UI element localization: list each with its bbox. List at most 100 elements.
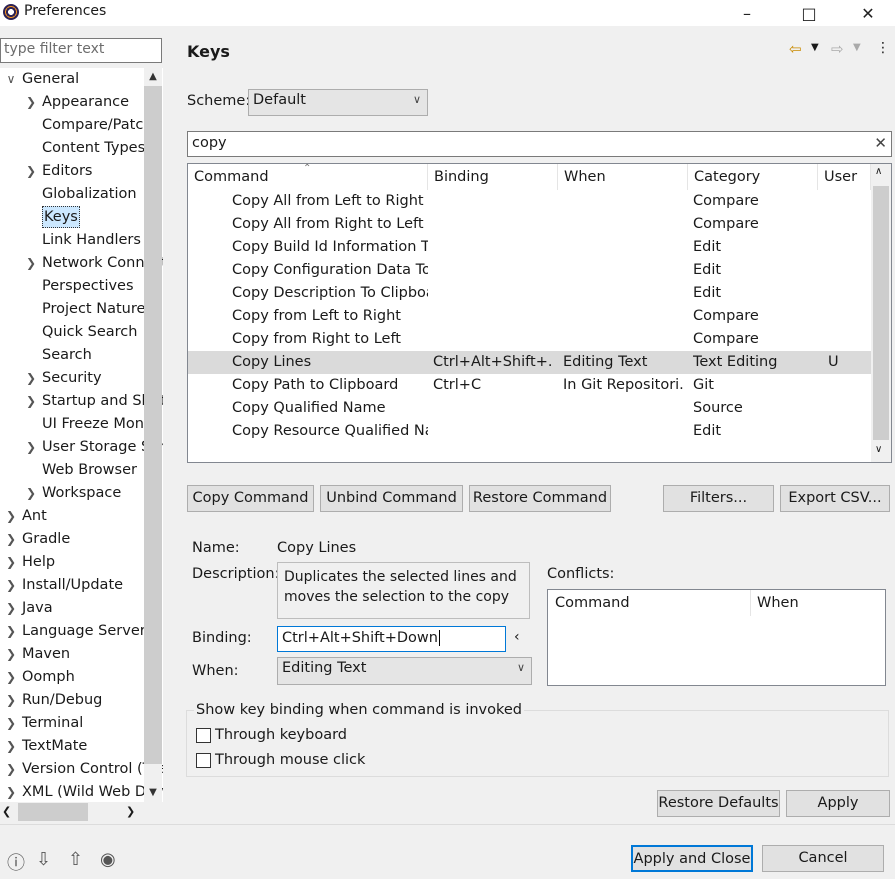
tree-item-label: Keys (42, 206, 80, 228)
expand-right-icon[interactable]: ❯ (4, 574, 18, 596)
through-keyboard-label[interactable]: Through keyboard (215, 727, 347, 743)
expand-down-icon[interactable]: ∨ (4, 68, 18, 90)
export-csv-button[interactable]: Export CSV... (780, 485, 890, 512)
view-menu-icon[interactable]: ⋮ (876, 40, 890, 56)
conflicts-col-when[interactable]: When (757, 595, 799, 611)
scheme-select[interactable]: Default ∨ (248, 89, 428, 116)
back-arrow-icon[interactable]: ⇦ (789, 40, 802, 58)
conflicts-table[interactable]: Command When (547, 589, 886, 686)
binding-menu-icon[interactable]: ‹ (514, 629, 520, 645)
search-input[interactable]: copy ✕ (187, 131, 892, 157)
expand-right-icon[interactable]: ❯ (24, 436, 38, 458)
col-command[interactable]: Command ⌃ (188, 164, 428, 190)
tree-item-label: Maven (22, 646, 71, 662)
help-icon[interactable]: ⓘ (7, 849, 25, 875)
back-dropdown-icon[interactable]: ▼ (811, 42, 819, 53)
tree-horizontal-scrollbar[interactable]: ❮ ❯ (0, 803, 144, 821)
expand-right-icon[interactable]: ❯ (4, 528, 18, 550)
col-user[interactable]: User (818, 164, 871, 190)
expand-right-icon[interactable]: ❯ (4, 712, 18, 734)
binding-input[interactable]: Ctrl+Alt+Shift+Down (277, 626, 506, 652)
preference-tree[interactable]: ∨ General ❯ Appearance Compare/Patch Content … (0, 68, 163, 802)
table-row[interactable]: Copy Lines Ctrl+Alt+Shift+... Editing Text… (188, 351, 871, 374)
tree-item-label: Perspectives (42, 278, 134, 294)
cell-command: Copy Path to Clipboard (232, 377, 399, 393)
apply-button[interactable]: Apply (786, 790, 890, 817)
table-row[interactable]: Copy Build Id Information To Clipboard Ed… (188, 236, 871, 259)
table-row[interactable]: Copy Configuration Data To Clipboard Edit (188, 259, 871, 282)
forward-arrow-icon[interactable]: ⇨ (831, 40, 844, 58)
col-category[interactable]: Category (688, 164, 818, 190)
cell-command: Copy Resource Qualified Name (232, 423, 428, 439)
expand-right-icon[interactable]: ❯ (24, 482, 38, 504)
expand-right-icon[interactable]: ❯ (24, 390, 38, 412)
expand-right-icon[interactable]: ❯ (4, 620, 18, 642)
close-button[interactable]: ✕ (845, 0, 891, 26)
expand-right-icon[interactable]: ❯ (24, 91, 38, 113)
minimize-button[interactable]: – (724, 0, 770, 26)
expand-right-icon[interactable]: ❯ (24, 160, 38, 182)
restore-command-button[interactable]: Restore Command (469, 485, 611, 512)
cell-command: Copy Configuration Data To Clipboard (232, 262, 428, 278)
forward-dropdown-icon[interactable]: ▼ (853, 42, 861, 53)
expand-right-icon[interactable]: ❯ (4, 643, 18, 665)
expand-right-icon[interactable]: ❯ (24, 252, 38, 274)
table-row[interactable]: Copy from Left to Right Compare (188, 305, 871, 328)
through-keyboard-checkbox[interactable] (196, 728, 211, 743)
expand-right-icon[interactable]: ❯ (24, 367, 38, 389)
expand-right-icon[interactable]: ❯ (4, 781, 18, 802)
record-icon[interactable]: ◉ (100, 849, 116, 870)
scroll-up-icon[interactable]: ▲ (144, 68, 162, 86)
table-row[interactable]: Copy Path to Clipboard Ctrl+C In Git Repos… (188, 374, 871, 397)
through-mouse-label[interactable]: Through mouse click (215, 752, 365, 768)
tree-item-label: Ant (22, 508, 47, 524)
table-scroll-down-icon[interactable]: ∨ (875, 444, 882, 455)
table-row[interactable]: Copy All from Right to Left Compare (188, 213, 871, 236)
apply-and-close-button[interactable]: Apply and Close (631, 845, 753, 872)
expand-right-icon[interactable]: ❯ (4, 505, 18, 527)
expand-right-icon[interactable]: ❯ (4, 735, 18, 757)
copy-command-button[interactable]: Copy Command (187, 485, 314, 512)
table-row[interactable]: Copy Description To Clipboard Edit (188, 282, 871, 305)
scroll-left-icon[interactable]: ❮ (2, 803, 11, 821)
table-row[interactable]: Copy from Right to Left Compare (188, 328, 871, 351)
cell-command: Copy Description To Clipboard (232, 285, 428, 301)
cell-command: Copy from Left to Right (232, 308, 401, 324)
expand-right-icon[interactable]: ❯ (4, 597, 18, 619)
expand-right-icon[interactable]: ❯ (4, 551, 18, 573)
binding-label: Binding: (192, 630, 252, 646)
restore-defaults-button[interactable]: Restore Defaults (657, 790, 780, 817)
clear-search-icon[interactable]: ✕ (874, 134, 887, 152)
cell-category: Git (693, 377, 714, 393)
scroll-down-icon[interactable]: ▼ (144, 784, 162, 802)
table-scroll-thumb[interactable] (873, 186, 889, 440)
expand-right-icon[interactable]: ❯ (4, 666, 18, 688)
scroll-thumb[interactable] (144, 86, 162, 764)
conflicts-col-command[interactable]: Command (555, 595, 630, 611)
table-scrollbar[interactable]: ∧ ∨ (871, 164, 891, 462)
export-icon[interactable]: ⇧ (68, 849, 83, 870)
through-mouse-checkbox[interactable] (196, 753, 211, 768)
expand-right-icon[interactable]: ❯ (4, 758, 18, 780)
maximize-button[interactable]: □ (786, 0, 832, 26)
col-binding[interactable]: Binding (428, 164, 558, 190)
table-row[interactable]: Copy Resource Qualified Name Edit (188, 420, 871, 443)
table-row[interactable]: Copy All from Left to Right Compare (188, 190, 871, 213)
dialog-footer (0, 825, 895, 879)
col-when[interactable]: When (558, 164, 688, 190)
filters-button[interactable]: Filters... (663, 485, 774, 512)
show-binding-legend: Show key binding when command is invoked (194, 702, 525, 718)
table-scroll-up-icon[interactable]: ∧ (875, 166, 882, 177)
unbind-command-button[interactable]: Unbind Command (320, 485, 463, 512)
expand-right-icon[interactable]: ❯ (4, 689, 18, 711)
tree-vertical-scrollbar[interactable]: ▲ ▼ (144, 68, 162, 802)
table-row[interactable]: Copy Qualified Name Source (188, 397, 871, 420)
h-scroll-thumb[interactable] (18, 803, 88, 821)
import-icon[interactable]: ⇩ (36, 849, 51, 870)
cancel-button[interactable]: Cancel (762, 845, 884, 872)
when-select[interactable]: Editing Text ∨ (277, 657, 532, 685)
scroll-right-icon[interactable]: ❯ (126, 803, 135, 821)
filter-input[interactable]: type filter text (0, 38, 162, 63)
commands-table[interactable]: Command ⌃ Binding When Category User Cop… (187, 163, 892, 463)
tree-item-label: Project Natures (42, 301, 153, 317)
